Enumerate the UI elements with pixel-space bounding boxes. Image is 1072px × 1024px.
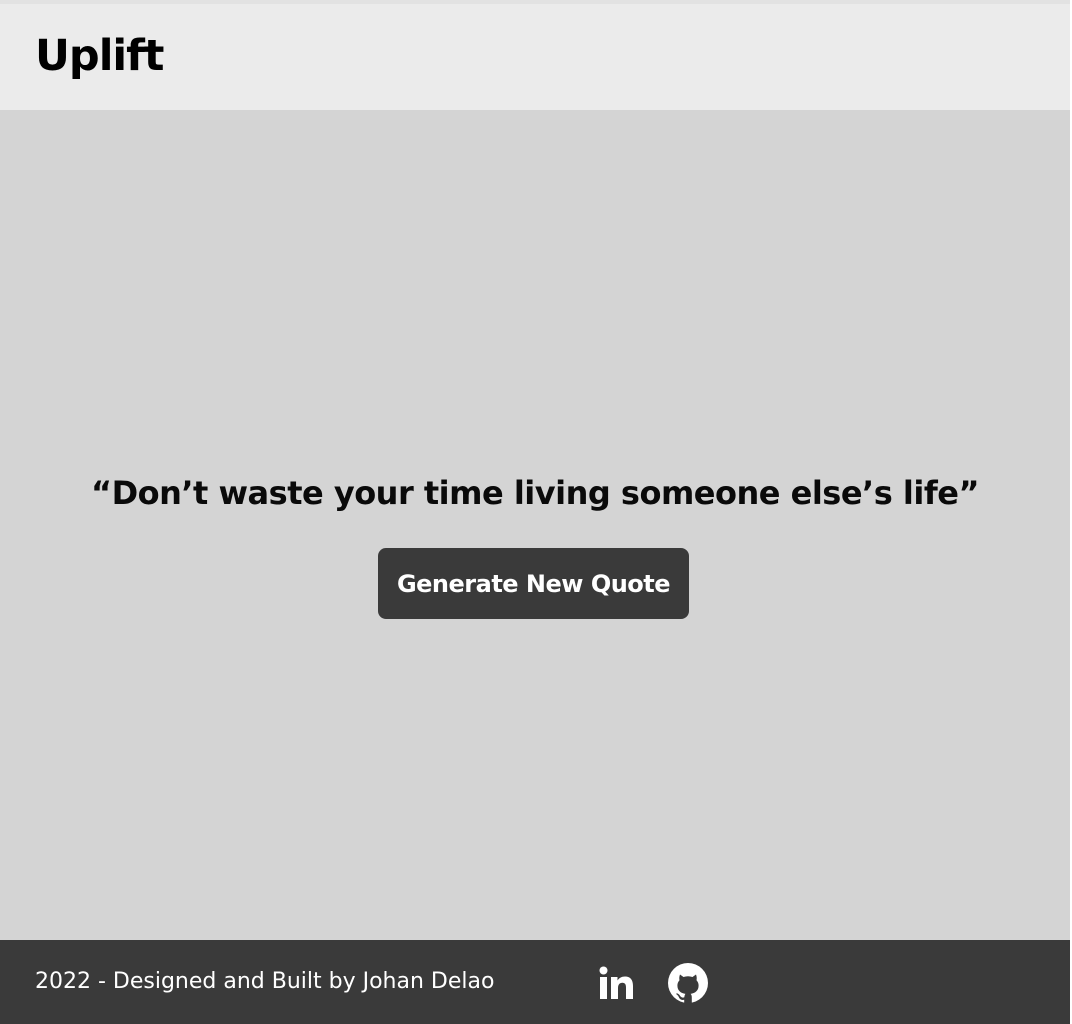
quote-text: “Don’t waste your time living someone el… xyxy=(91,474,979,512)
app-frame: Uplift “Don’t waste your time living som… xyxy=(0,0,1070,1024)
footer-credit: 2022 - Designed and Built by Johan Delao xyxy=(35,969,495,994)
logo[interactable]: Uplift xyxy=(35,30,164,82)
linkedin-icon[interactable] xyxy=(596,962,638,1004)
quote-section: “Don’t waste your time living someone el… xyxy=(0,110,1070,940)
site-footer: 2022 - Designed and Built by Johan Delao xyxy=(0,940,1070,1024)
site-header: Uplift xyxy=(0,4,1070,110)
generate-quote-button[interactable]: Generate New Quote xyxy=(378,548,689,619)
github-icon[interactable] xyxy=(667,962,709,1004)
